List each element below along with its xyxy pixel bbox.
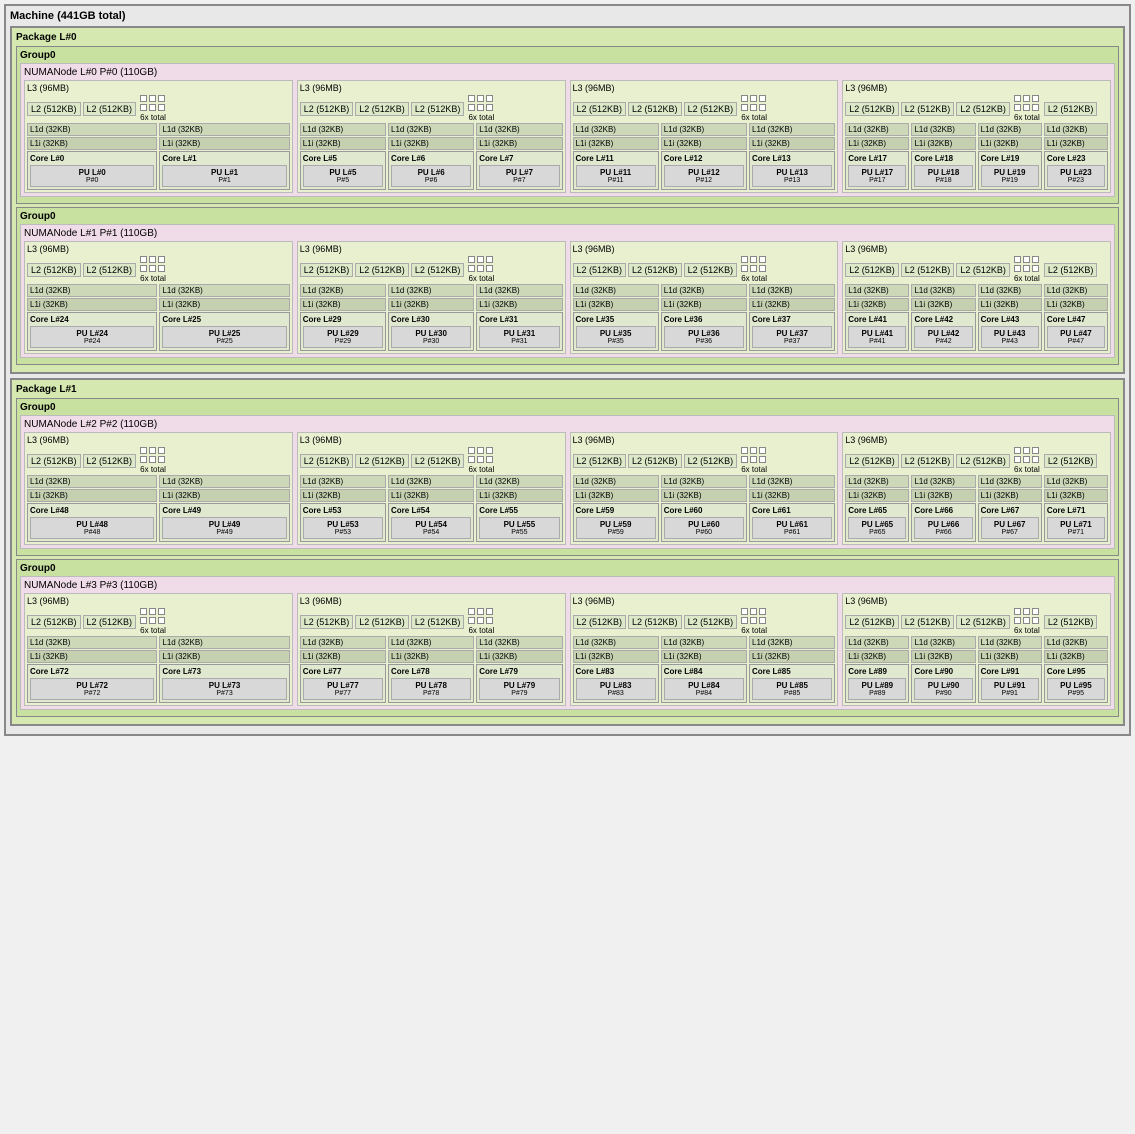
l3-label-1: L3 (96MB) xyxy=(300,83,563,93)
numa-0-1-title: NUMANode L#1 P#1 (110GB) xyxy=(24,228,1111,239)
group-1-1: Group0 NUMANode L#3 P#3 (110GB) L3 (96MB… xyxy=(16,559,1119,717)
core-5: Core L#5 PU L#5P#5 xyxy=(300,151,386,190)
core-11: Core L#11 PU L#11P#11 xyxy=(573,151,659,190)
numa-0-0-title: NUMANode L#0 P#0 (110GB) xyxy=(24,67,1111,78)
group-0-1-title: Group0 xyxy=(20,211,1115,222)
core-19: Core L#19 PU L#19P#19 xyxy=(978,151,1042,190)
core-0: Core L#0 PU L#0P#0 xyxy=(27,151,157,190)
group-0-0-title: Group0 xyxy=(20,50,1115,61)
l3-seg-2: L3 (96MB) L2 (512KB) L2 (512KB) L2 (512K… xyxy=(570,80,839,193)
numa-0-0: NUMANode L#0 P#0 (110GB) L3 (96MB) L2 (5… xyxy=(20,63,1115,197)
package-0: Package L#0 Group0 NUMANode L#0 P#0 (110… xyxy=(10,26,1125,374)
machine-title: Machine (441GB total) xyxy=(10,10,1125,22)
core-23: Core L#23 PU L#23P#23 xyxy=(1044,151,1108,190)
core-12: Core L#12 PU L#12P#12 xyxy=(661,151,747,190)
group-0-1: Group0 NUMANode L#1 P#1 (110GB) L3 (96MB… xyxy=(16,207,1119,365)
core-1: Core L#1 PU L#1P#1 xyxy=(159,151,289,190)
core-6: Core L#6 PU L#6P#6 xyxy=(388,151,474,190)
group-1-0: Group0 NUMANode L#2 P#2 (110GB) L3 (96MB… xyxy=(16,398,1119,556)
l3-label-0: L3 (96MB) xyxy=(27,83,290,93)
numa-1-1: NUMANode L#3 P#3 (110GB) L3 (96MB) L2 (5… xyxy=(20,576,1115,710)
core-18: Core L#18 PU L#18P#18 xyxy=(911,151,975,190)
l3-seg-1: L3 (96MB) L2 (512KB) L2 (512KB) L2 (512K… xyxy=(297,80,566,193)
package-1: Package L#1 Group0 NUMANode L#2 P#2 (110… xyxy=(10,378,1125,726)
numa-0-1: NUMANode L#1 P#1 (110GB) L3 (96MB) L2 (5… xyxy=(20,224,1115,358)
l3-seg-0: L3 (96MB) L2 (512KB) L2 (512KB) 6x total… xyxy=(24,80,293,193)
l2-box-1: L2 (512KB) xyxy=(83,102,137,116)
l2-row-0: L2 (512KB) L2 (512KB) 6x total xyxy=(27,95,290,122)
numa-1-0: NUMANode L#2 P#2 (110GB) L3 (96MB) L2 (5… xyxy=(20,415,1115,549)
package-1-title: Package L#1 xyxy=(16,384,1119,395)
machine-box: Machine (441GB total) Package L#0 Group0… xyxy=(4,4,1131,736)
package-0-title: Package L#0 xyxy=(16,32,1119,43)
core-7: Core L#7 PU L#7P#7 xyxy=(476,151,562,190)
group-0-0: Group0 NUMANode L#0 P#0 (110GB) L3 (96MB… xyxy=(16,46,1119,204)
core-13: Core L#13 PU L#13P#13 xyxy=(749,151,835,190)
l2-box-0: L2 (512KB) xyxy=(27,102,81,116)
l2-total-0: 6x total xyxy=(140,95,166,122)
l3-seg-3: L3 (96MB) L2 (512KB) L2 (512KB) L2 (512K… xyxy=(842,80,1111,193)
core-17: Core L#17 PU L#17P#17 xyxy=(845,151,909,190)
